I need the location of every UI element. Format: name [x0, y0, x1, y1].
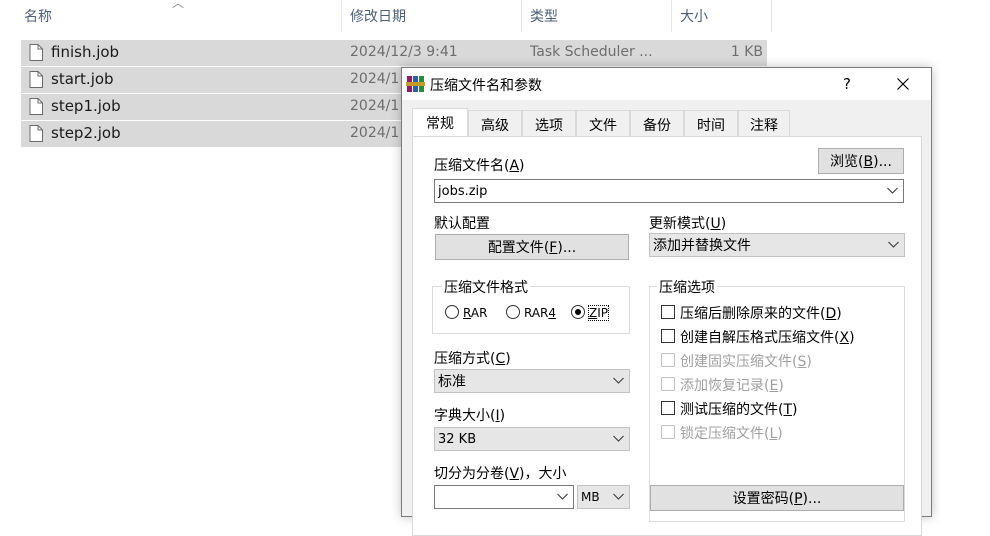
checkbox-sfx[interactable]	[661, 329, 675, 343]
archive-name-input[interactable]: jobs.zip	[434, 179, 904, 203]
chevron-down-icon	[557, 493, 568, 500]
checkbox-test[interactable]	[661, 401, 675, 415]
radio-rar[interactable]	[445, 305, 459, 319]
checkbox-solid-label: 创建固实压缩文件(S)	[680, 354, 812, 370]
checkbox-recovery-label: 添加恢复记录(E)	[680, 378, 784, 394]
general-panel: 压缩文件名(A) 浏览(B)... jobs.zip 默认配置 配置文件(F).…	[412, 136, 922, 536]
radio-rar4[interactable]	[506, 305, 520, 319]
document-icon	[29, 71, 43, 88]
chevron-down-icon[interactable]	[887, 187, 898, 195]
checkbox-recovery	[661, 377, 675, 391]
column-header-name[interactable]: 名称	[18, 0, 340, 32]
radio-rar-label[interactable]: RAR	[463, 306, 487, 320]
file-date: 2024/1	[350, 71, 400, 87]
column-separator[interactable]	[771, 0, 772, 32]
radio-zip-label[interactable]: ZIP	[587, 305, 610, 321]
column-header-type[interactable]: 类型	[524, 0, 670, 32]
compression-method-label: 压缩方式(C)	[434, 351, 511, 367]
chevron-down-icon	[613, 377, 624, 384]
file-name: step1.job	[51, 97, 121, 115]
tab-advanced[interactable]: 高级	[468, 110, 522, 136]
browse-button[interactable]: 浏览(B)...	[818, 148, 904, 174]
archive-name-label: 压缩文件名(A)	[434, 158, 525, 174]
document-icon	[29, 98, 43, 115]
file-date: 2024/12/3 9:41	[350, 44, 458, 60]
file-date: 2024/1	[350, 98, 400, 114]
compression-method-select[interactable]: 标准	[434, 369, 630, 393]
file-row[interactable]: finish.job 2024/12/3 9:41 Task Scheduler…	[21, 40, 767, 66]
archive-format-title: 压缩文件格式	[442, 277, 530, 297]
radio-zip[interactable]	[571, 305, 585, 319]
winrar-icon	[406, 76, 425, 92]
column-header-size[interactable]: 大小	[674, 0, 770, 32]
tab-general[interactable]: 常规	[412, 108, 468, 136]
tab-comment[interactable]: 注释	[738, 110, 790, 136]
checkbox-solid	[661, 353, 675, 367]
set-password-button[interactable]: 设置密码(P)...	[650, 485, 904, 511]
split-unit-select[interactable]: MB	[577, 485, 630, 509]
column-separator[interactable]	[671, 0, 672, 32]
close-icon	[897, 78, 909, 90]
checkbox-test-label[interactable]: 测试压缩的文件(T)	[680, 399, 798, 419]
chevron-down-icon	[613, 493, 624, 500]
chevron-down-icon	[613, 435, 624, 442]
file-name: start.job	[51, 70, 114, 88]
chevron-down-icon	[888, 241, 899, 248]
update-mode-label: 更新模式(U)	[649, 216, 727, 232]
file-size: 1 KB	[730, 44, 763, 60]
column-separator[interactable]	[341, 0, 342, 32]
checkbox-delete-after[interactable]	[661, 305, 675, 319]
profiles-button[interactable]: 配置文件(F)...	[435, 234, 629, 260]
tab-time[interactable]: 时间	[684, 110, 738, 136]
radio-rar4-label[interactable]: RAR4	[524, 306, 556, 320]
tab-files[interactable]: 文件	[576, 110, 630, 136]
dictionary-size-label: 字典大小(I)	[434, 408, 506, 424]
checkbox-lock-label: 锁定压缩文件(L)	[680, 426, 783, 442]
document-icon	[29, 44, 43, 61]
update-mode-select[interactable]: 添加并替换文件	[649, 233, 905, 257]
column-header-modified[interactable]: 修改日期	[344, 0, 520, 32]
file-date: 2024/1	[350, 125, 400, 141]
checkbox-lock	[661, 425, 675, 439]
checkbox-sfx-label[interactable]: 创建自解压格式压缩文件(X)	[680, 327, 855, 347]
split-volumes-label: 切分为分卷(V)，大小	[434, 466, 567, 482]
help-button[interactable]: ?	[824, 68, 870, 100]
split-size-input[interactable]	[434, 485, 574, 509]
close-button[interactable]	[876, 68, 930, 100]
checkbox-delete-after-label[interactable]: 压缩后删除原来的文件(D)	[680, 303, 842, 323]
document-icon	[29, 125, 43, 142]
default-profile-label: 默认配置	[434, 216, 490, 232]
file-name: step2.job	[51, 124, 121, 142]
tab-options[interactable]: 选项	[522, 110, 576, 136]
archive-options-title: 压缩选项	[657, 277, 717, 297]
file-name: finish.job	[51, 43, 120, 61]
archive-dialog: 压缩文件名和参数 ? 常规 高级 选项 文件 备份 时间 注释 压缩文件名(A)…	[401, 67, 932, 536]
dictionary-size-select[interactable]: 32 KB	[434, 427, 630, 451]
column-separator[interactable]	[521, 0, 522, 32]
dialog-titlebar[interactable]: 压缩文件名和参数 ?	[402, 68, 931, 100]
dialog-title: 压缩文件名和参数	[430, 78, 542, 94]
file-type: Task Scheduler ...	[530, 44, 653, 60]
tab-backup[interactable]: 备份	[630, 110, 684, 136]
